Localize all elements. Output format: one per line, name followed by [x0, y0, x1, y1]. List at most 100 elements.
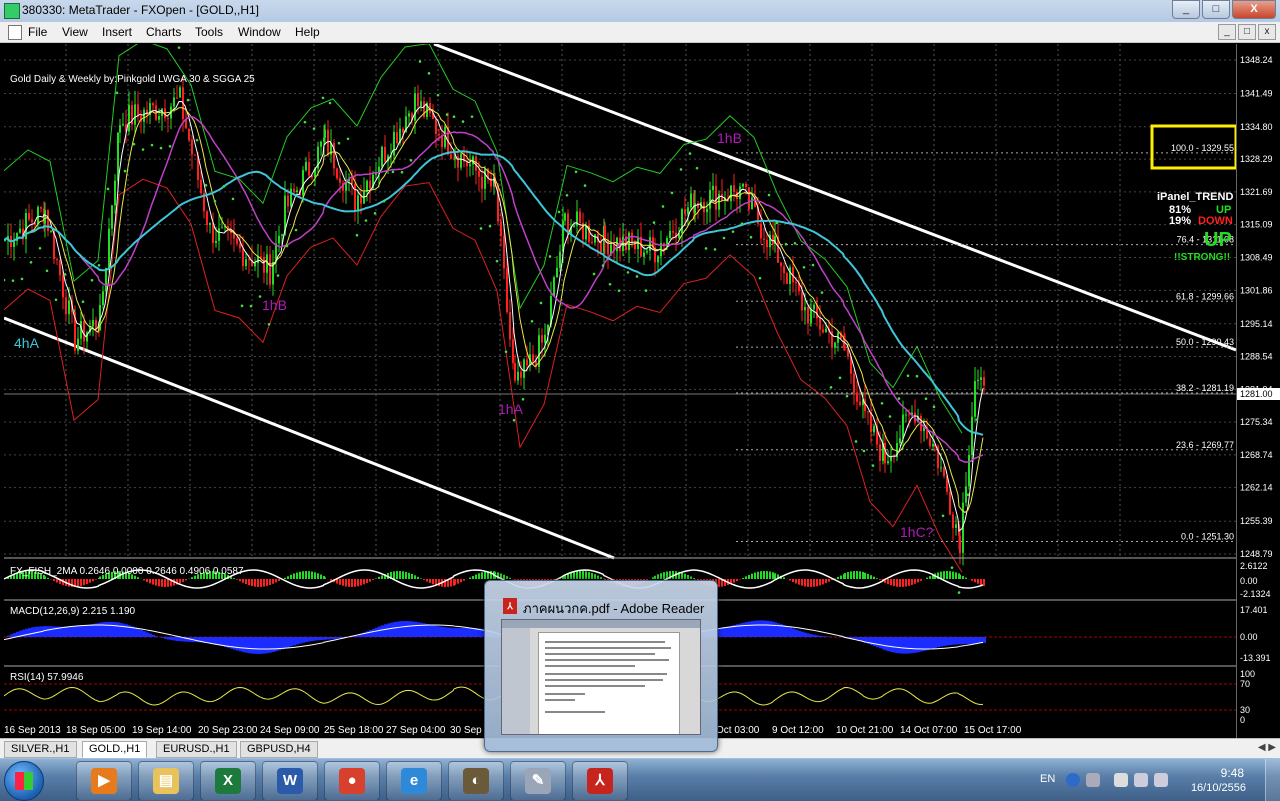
fisher-bar [463, 579, 465, 581]
taskbar-app-paint[interactable]: ✎ [510, 761, 566, 801]
macd-bar [47, 626, 50, 637]
candle-body [278, 236, 280, 244]
macd-bar [7, 636, 10, 637]
time-axis-label: 15 Oct 17:00 [964, 725, 1022, 736]
fisher-bar [272, 579, 274, 584]
taskbar-app-internet-explorer[interactable]: e [386, 761, 442, 801]
candle-body [50, 231, 52, 232]
taskbar-app-media-player[interactable]: ▶ [76, 761, 132, 801]
candle-body [902, 415, 904, 439]
menu-help[interactable]: Help [295, 25, 320, 39]
fisher-bar [597, 576, 599, 579]
fisher-bar [509, 578, 511, 579]
taskbar-app-chrome[interactable]: ● [324, 761, 380, 801]
fisher-bar [896, 579, 898, 587]
fisher-bar [822, 579, 824, 584]
maximize-button[interactable]: □ [1202, 0, 1230, 19]
taskbar-app-excel[interactable]: X [200, 761, 256, 801]
tab-gold-h1[interactable]: GOLD.,H1 [82, 741, 147, 758]
preview-thumbnail[interactable] [501, 619, 701, 735]
show-desktop-button[interactable] [1265, 759, 1280, 801]
chart-header: Gold Daily & Weekly by:Pinkgold LWGA 30 … [10, 74, 255, 85]
chart-close-button[interactable]: x [1258, 24, 1276, 40]
candle-body [206, 211, 208, 225]
taskbar-app-file-explorer[interactable]: ▤ [138, 761, 194, 801]
fisher-bar [864, 573, 866, 579]
macd-bar [83, 625, 86, 637]
fisher-bar [420, 578, 422, 579]
help-icon[interactable] [1066, 773, 1080, 787]
candle-body [375, 174, 377, 175]
macd-bar [742, 623, 745, 637]
fisher-bar [342, 579, 344, 586]
candle-body [254, 263, 256, 266]
macd-bar [143, 631, 146, 637]
candle-body [983, 377, 985, 386]
indicator-axis-label: 0.00 [1240, 576, 1258, 586]
psar-dot [12, 279, 15, 282]
psar-dot [338, 142, 341, 145]
network-icon[interactable] [1086, 773, 1100, 787]
chart-document-icon[interactable] [8, 25, 22, 40]
fisher-bar [757, 572, 759, 579]
macd-bar [893, 637, 896, 653]
fisher-bar [345, 579, 347, 586]
window-title: 380330: MetaTrader - FXOpen - [GOLD,,H1] [22, 3, 259, 17]
macd-bar [730, 626, 733, 637]
volume-icon[interactable] [1154, 773, 1168, 787]
taskbar-app-metatrader[interactable]: ◐ [448, 761, 504, 801]
fisher-bar [807, 579, 809, 587]
candle-body [819, 318, 821, 329]
indicator-axis-label: -13.391 [1240, 653, 1271, 663]
menu-insert[interactable]: Insert [102, 25, 132, 39]
candle-body [287, 196, 289, 207]
macd-bar [236, 637, 239, 651]
menu-tools[interactable]: Tools [195, 25, 223, 39]
minimize-button[interactable]: _ [1172, 0, 1200, 19]
menu-view[interactable]: View [62, 25, 88, 39]
tab-gbpusd-h4[interactable]: GBPUSD,H4 [240, 741, 318, 758]
psar-dot [329, 102, 332, 105]
psar-dot [169, 145, 172, 148]
chart-minimize-button[interactable]: _ [1218, 24, 1236, 40]
candle-body [822, 329, 824, 332]
candle-body [290, 189, 292, 207]
macd-bar [813, 635, 816, 637]
fisher-bar [684, 574, 686, 579]
candle-body [604, 226, 606, 240]
start-button[interactable] [4, 761, 44, 801]
macd-bar [943, 637, 946, 646]
fisher-bar [652, 577, 654, 579]
fisher-bar [143, 579, 145, 580]
menu-file[interactable]: File [28, 25, 47, 39]
close-button[interactable]: X [1232, 0, 1276, 19]
candle-body [908, 414, 910, 415]
macd-bar [233, 637, 236, 650]
macd-bar [308, 637, 311, 641]
clock-time[interactable]: 9:48 [1221, 766, 1244, 780]
power-icon[interactable] [1134, 773, 1148, 787]
macd-bar [320, 637, 323, 640]
macd-bar [10, 634, 13, 637]
psar-dot [723, 237, 726, 240]
tab-eurusd-h1[interactable]: EURUSD.,H1 [156, 741, 237, 758]
candle-body [669, 231, 671, 238]
psar-dot [232, 198, 235, 201]
taskbar-thumbnail-preview[interactable]: ⅄ ภาคผนวกค.pdf - Adobe Reader [484, 580, 718, 752]
action-center-flag-icon[interactable] [1114, 773, 1128, 787]
candle-body [631, 233, 633, 243]
fisher-bar [754, 573, 756, 579]
macd-bar [269, 637, 272, 653]
tab-silver-h1[interactable]: SILVER.,H1 [4, 741, 77, 758]
fisher-bar [191, 577, 193, 579]
menu-charts[interactable]: Charts [146, 25, 181, 39]
tab-scroll-arrows[interactable]: ◀ ▶ [1258, 742, 1276, 753]
menu-window[interactable]: Window [238, 25, 281, 39]
taskbar-app-word[interactable]: W [262, 761, 318, 801]
language-indicator[interactable]: EN [1040, 773, 1055, 785]
chart-restore-button[interactable]: □ [1238, 24, 1256, 40]
taskbar-app-adobe-reader[interactable]: ⅄ [572, 761, 628, 801]
clock-date[interactable]: 16/10/2556 [1191, 782, 1246, 794]
fisher-bar [594, 574, 596, 579]
psar-dot [513, 419, 516, 422]
